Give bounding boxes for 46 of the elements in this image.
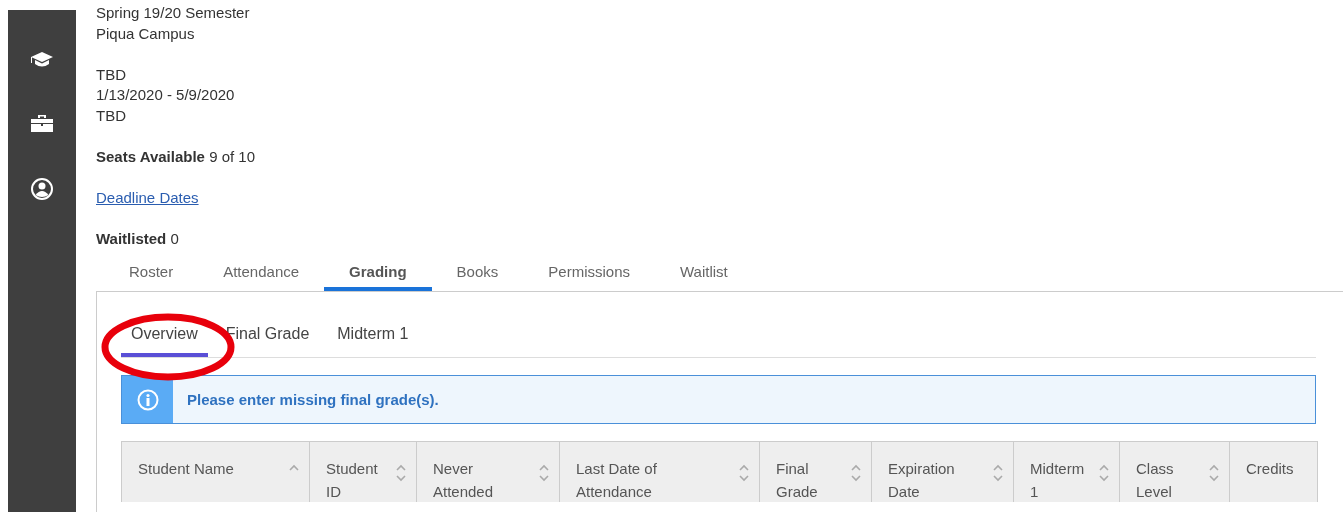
tab[interactable]: Books [431, 255, 524, 291]
seats-available-text: Seats Available 9 of 10 [96, 146, 256, 167]
info-line: 1/13/2020 - 5/9/2020 [96, 85, 236, 105]
graduation-cap-icon[interactable] [31, 52, 53, 68]
info-icon [136, 388, 159, 411]
sort-icon[interactable] [1099, 464, 1109, 482]
column-header[interactable]: Class Level [1120, 442, 1230, 502]
info-line: Spring 19/20 Semester [96, 3, 251, 23]
column-label: Never Attended [433, 459, 495, 502]
column-header[interactable]: Student Name [122, 442, 310, 502]
column-header[interactable]: Expiration Date [872, 442, 1014, 502]
waitlisted-text: Waitlisted 0 [96, 228, 180, 249]
column-header[interactable]: Credits [1230, 442, 1317, 502]
tab[interactable]: Permissions [523, 255, 655, 291]
sort-icon[interactable] [1209, 464, 1219, 482]
alert-message: Please enter missing final grade(s). [186, 391, 439, 408]
sort-icon[interactable] [851, 464, 861, 482]
sort-icon[interactable] [539, 464, 549, 482]
column-label: Expiration Date [888, 459, 956, 502]
tab[interactable]: Grading [324, 255, 432, 291]
subtab[interactable]: Midterm 1 [327, 325, 419, 357]
column-label: Credits [1246, 459, 1295, 479]
column-header[interactable]: Midterm 1 [1014, 442, 1120, 502]
column-header[interactable]: Final Grade [760, 442, 872, 502]
sort-icon[interactable] [739, 464, 749, 482]
sort-icon[interactable] [396, 464, 406, 482]
column-header[interactable]: Student ID [310, 442, 417, 502]
sort-icon[interactable] [993, 464, 1003, 482]
info-line: TBD [96, 64, 127, 85]
toolbox-icon[interactable] [31, 114, 53, 132]
tab[interactable]: Waitlist [655, 255, 753, 291]
column-label: Last Date of Attendance [576, 459, 658, 502]
user-icon[interactable] [31, 178, 53, 200]
column-header[interactable]: Last Date of Attendance [560, 442, 760, 502]
deadline-dates-link[interactable]: Deadline Dates [96, 188, 199, 206]
info-line: Piqua Campus [96, 23, 196, 44]
column-label: Student Name [138, 459, 235, 479]
tab[interactable]: Roster [104, 255, 199, 291]
column-label: Class Level [1136, 459, 1175, 502]
sort-ascending-icon[interactable] [289, 464, 299, 472]
column-label: Midterm 1 [1030, 459, 1085, 502]
column-label: Final Grade [776, 459, 819, 502]
column-header[interactable]: Never Attended [417, 442, 560, 502]
info-line: TBD [96, 105, 127, 126]
column-label: Student ID [326, 459, 379, 502]
tab[interactable]: Attendance [198, 255, 325, 291]
